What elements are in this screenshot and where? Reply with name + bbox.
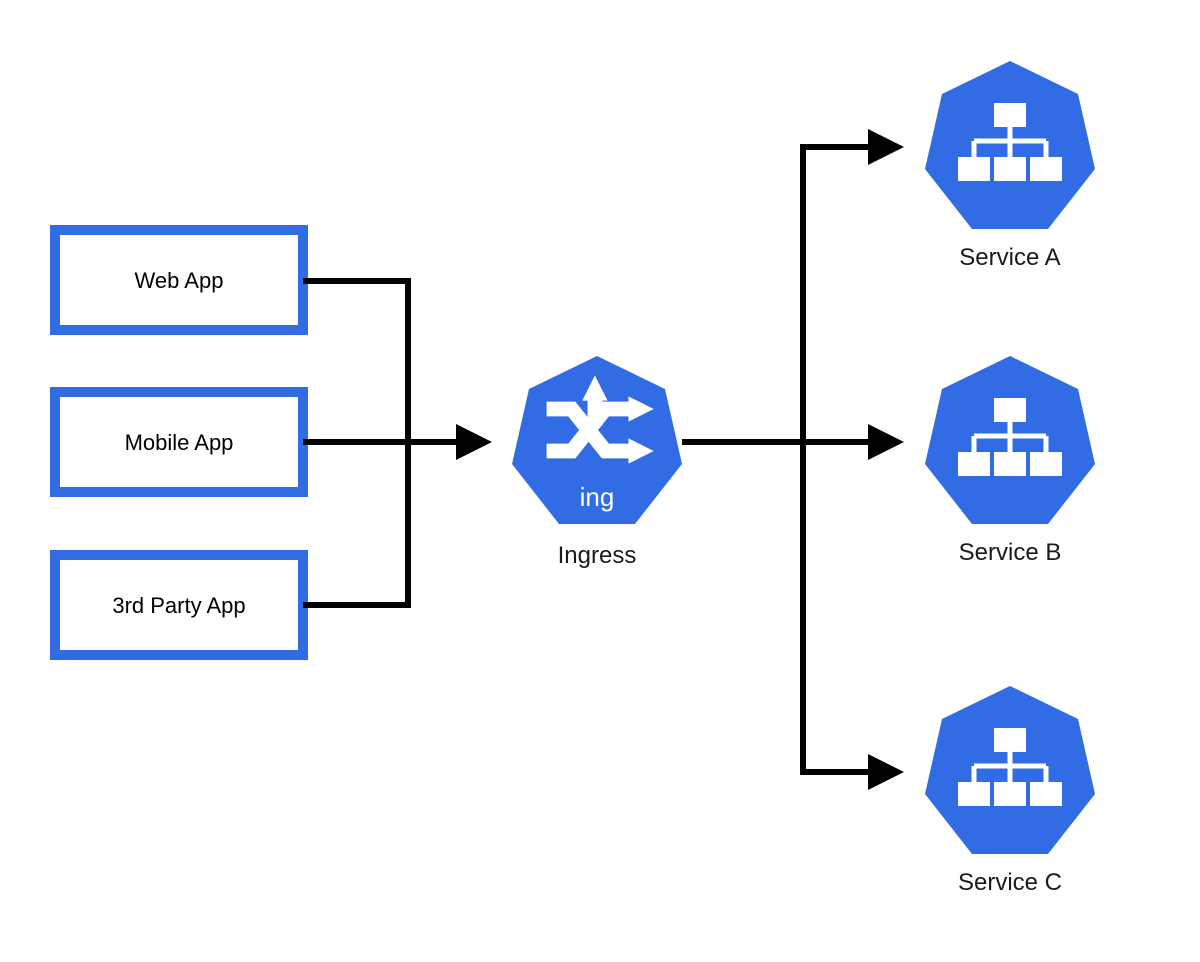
- client-label: 3rd Party App: [112, 593, 245, 618]
- ingress-label: Ingress: [558, 542, 637, 569]
- client-label: Web App: [135, 268, 224, 293]
- clients-to-ingress-lines: [303, 281, 486, 605]
- service-node-c: [925, 686, 1095, 854]
- client-label: Mobile App: [125, 430, 234, 455]
- service-node-a: [925, 61, 1095, 229]
- service-label: Service A: [959, 244, 1060, 271]
- ingress-to-services-lines: [682, 147, 898, 772]
- ingress-icon-label: ing: [580, 482, 615, 512]
- ingress-node: ing: [512, 356, 682, 524]
- client-box-mobile-app: Mobile App: [55, 392, 303, 492]
- service-label: Service C: [958, 869, 1062, 896]
- client-box-web-app: Web App: [55, 230, 303, 330]
- client-box-3rd-party-app: 3rd Party App: [55, 555, 303, 655]
- diagram-canvas: Web App Mobile App 3rd Party App ing Ing…: [0, 0, 1200, 962]
- service-node-b: [925, 356, 1095, 524]
- service-label: Service B: [959, 539, 1062, 566]
